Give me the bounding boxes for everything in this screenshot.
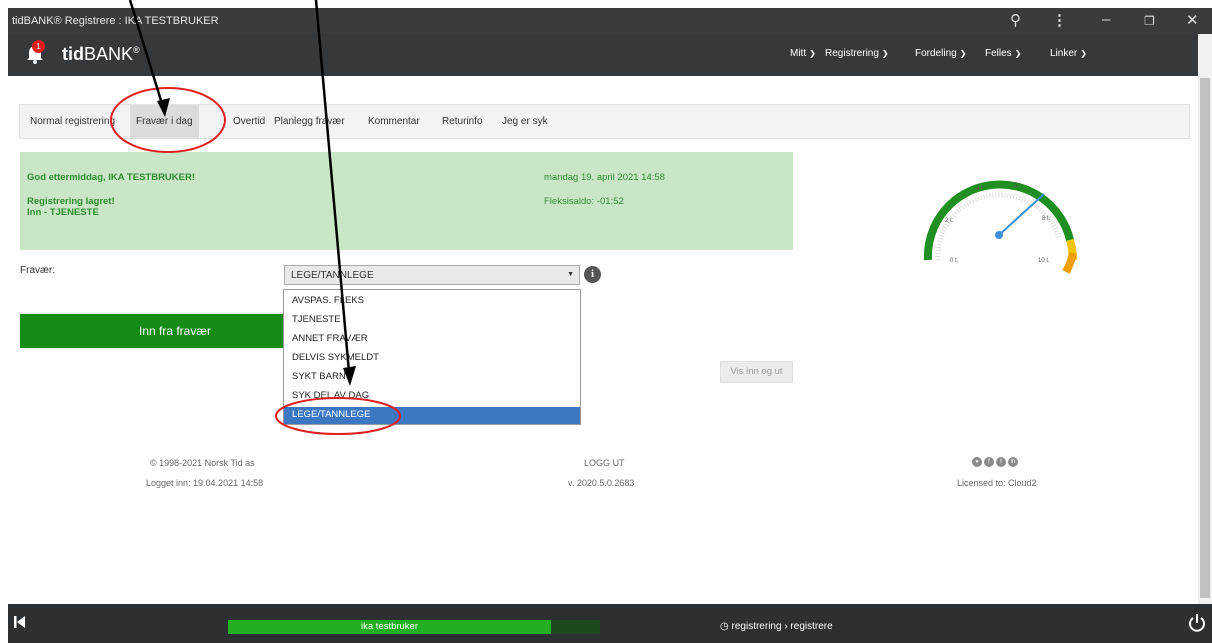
gauge-tick-8: 8 t. bbox=[1042, 216, 1051, 222]
gauge-tick-10: 10 t. bbox=[1038, 258, 1050, 264]
power-icon[interactable] bbox=[1186, 612, 1208, 634]
dropdown-option[interactable]: ANNET FRAVÆR bbox=[284, 331, 580, 347]
window-title: tidBANK® Registrere : IKA TESTBRUKER bbox=[12, 15, 219, 27]
date-time: mandag 19. april 2021 14:58 bbox=[544, 172, 665, 183]
tab-planlegg-fravaer[interactable]: Planlegg fravær bbox=[268, 105, 351, 138]
fravaer-select-value: LEGE/TANNLEGE bbox=[291, 270, 374, 281]
nav-registrering[interactable]: Registrering ❯ bbox=[825, 48, 889, 59]
nav-mitt[interactable]: Mitt ❯ bbox=[790, 48, 816, 59]
status-detail: Inn - TJENESTE bbox=[27, 207, 99, 218]
tab-kommentar[interactable]: Kommentar bbox=[362, 105, 426, 138]
kebab-menu-icon[interactable]: ⋮ bbox=[1052, 11, 1067, 29]
scrollbar-thumb[interactable] bbox=[1200, 78, 1210, 598]
license-text: Licensed to: Cloud2 bbox=[957, 478, 1037, 488]
notification-badge: 1 bbox=[32, 40, 45, 53]
gauge-tick-6: 6 t. bbox=[1014, 183, 1023, 189]
breadcrumb: ◷ registrering › registrere bbox=[720, 621, 833, 632]
nav-linker[interactable]: Linker ❯ bbox=[1050, 48, 1087, 59]
dropdown-option[interactable]: SYKT BARN bbox=[284, 369, 580, 385]
user-name: ika testbruker bbox=[360, 621, 419, 632]
twitter-icon[interactable]: t bbox=[996, 457, 1006, 467]
restore-icon[interactable]: ❐ bbox=[1144, 14, 1155, 28]
dropdown-option[interactable]: TJENESTE bbox=[284, 312, 580, 328]
tab-fravaer-i-dag[interactable]: Fravær i dag bbox=[130, 105, 199, 138]
status-panel: God ettermiddag, IKA TESTBRUKER! Registr… bbox=[20, 152, 793, 250]
facebook-icon[interactable]: f bbox=[984, 457, 994, 467]
nav-fordeling[interactable]: Fordeling ❯ bbox=[915, 48, 966, 59]
version-text: v. 2020.5.0.2683 bbox=[568, 478, 635, 488]
linkedin-icon[interactable]: in bbox=[1008, 457, 1018, 467]
hours-gauge: 0 t. 2 t. 4 t. 6 t. 8 t. 10 t. bbox=[923, 180, 1077, 274]
dropdown-option-selected[interactable]: LEGE/TANNLEGE bbox=[284, 407, 580, 424]
tab-returinfo[interactable]: Returinfo bbox=[436, 105, 489, 138]
tab-jeg-er-syk[interactable]: Jeg er syk bbox=[496, 105, 554, 138]
logged-in-text: Logget inn: 19.04.2021 14:58 bbox=[146, 478, 264, 488]
app-header: 1 tidBANK® Mitt ❯ Registrering ❯ Fordeling… bbox=[8, 34, 1198, 76]
vis-inn-og-ut-button[interactable]: Vis inn og ut bbox=[720, 361, 793, 383]
fravaer-label: Fravær: bbox=[20, 265, 55, 276]
nav-felles[interactable]: Felles ❯ bbox=[985, 48, 1021, 59]
web-icon[interactable]: ● bbox=[972, 457, 982, 467]
dropdown-option[interactable]: DELVIS SYKMELDT bbox=[284, 350, 580, 366]
status-text: Registrering lagret! bbox=[27, 196, 115, 207]
fravaer-select[interactable]: LEGE/TANNLEGE ▼ bbox=[284, 265, 580, 285]
gauge-tick-4: 4 t. bbox=[976, 186, 985, 192]
tab-normal-registrering[interactable]: Normal registrering bbox=[24, 105, 121, 138]
search-icon[interactable]: ⚲ bbox=[1010, 11, 1021, 29]
fravaer-dropdown-list: AVSPAS. FLEKS TJENESTE ANNET FRAVÆR DELV… bbox=[283, 289, 581, 425]
close-icon[interactable]: ✕ bbox=[1186, 11, 1199, 29]
tidbank-logo: tidBANK® bbox=[62, 44, 140, 64]
tab-bar: Normal registrering Fravær i dag Overtid… bbox=[19, 104, 1190, 139]
copyright-text: © 1998-2021 Norsk Tid as bbox=[150, 458, 255, 468]
gauge-tick-2: 2 t. bbox=[945, 218, 954, 224]
dropdown-option[interactable]: AVSPAS. FLEKS bbox=[284, 293, 580, 309]
chevron-down-icon: ▼ bbox=[567, 271, 574, 278]
dropdown-option[interactable]: SYK DEL AV DAG bbox=[284, 388, 580, 404]
flex-balance: Fleksisaldo: -01:52 bbox=[544, 196, 624, 207]
minimize-icon[interactable]: – bbox=[1102, 11, 1110, 28]
bottom-bar bbox=[8, 604, 1212, 643]
greeting-text: God ettermiddag, IKA TESTBRUKER! bbox=[27, 172, 196, 183]
skip-back-icon[interactable] bbox=[12, 614, 28, 630]
logout-link[interactable]: LOGG UT bbox=[584, 458, 625, 468]
info-icon[interactable]: i bbox=[584, 266, 601, 283]
tab-overtid[interactable]: Overtid bbox=[227, 105, 271, 138]
window-title-bar: tidBANK® Registrere : IKA TESTBRUKER ⚲ ⋮… bbox=[8, 8, 1212, 34]
gauge-tick-0: 0 t. bbox=[950, 258, 959, 264]
clock-icon: ◷ bbox=[720, 621, 729, 632]
